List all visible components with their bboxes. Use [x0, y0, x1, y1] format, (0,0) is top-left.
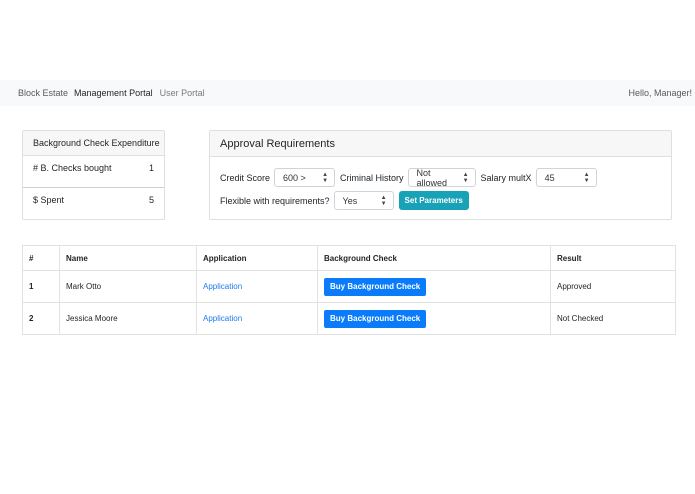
checks-bought-row: # B. Checks bought 1 — [23, 156, 164, 188]
salary-mult-value: 45 — [544, 172, 555, 183]
row-number: 1 — [22, 270, 60, 303]
approval-title: Approval Requirements — [210, 131, 671, 157]
col-number-header: # — [22, 245, 60, 271]
application-link[interactable]: Application — [203, 314, 242, 323]
applicants-table: # Name Application Background Check Resu… — [22, 245, 676, 335]
row-result: Approved — [550, 270, 676, 303]
set-parameters-button[interactable]: Set Parameters — [398, 191, 469, 210]
row-name: Mark Otto — [59, 270, 197, 303]
spent-label: $ Spent — [33, 195, 65, 205]
approval-form-row-2: Flexible with requirements? Yes ▲ ▼ Set P… — [220, 191, 469, 210]
spent-row: $ Spent 5 — [23, 188, 164, 219]
row-check-cell: Buy Background Check — [317, 302, 551, 335]
salary-mult-label: Salary multX — [480, 172, 532, 183]
col-result-header: Result — [550, 245, 676, 271]
row-check-cell: Buy Background Check — [317, 270, 551, 303]
col-name-header: Name — [59, 245, 197, 271]
row-name: Jessica Moore — [59, 302, 197, 335]
credit-score-value: 600 > — [283, 172, 306, 183]
col-background-check-header: Background Check — [317, 245, 551, 271]
select-arrows-icon: ▲ ▼ — [583, 171, 590, 184]
approval-card: Approval Requirements Credit Score 600 >… — [209, 130, 672, 220]
user-greeting: Hello, Manager! — [628, 88, 692, 98]
flexible-value: Yes — [342, 195, 358, 206]
flexible-select[interactable]: Yes ▲ ▼ — [333, 191, 394, 210]
nav-user-portal[interactable]: User Portal — [160, 88, 205, 98]
spent-value: 5 — [148, 195, 154, 205]
expenditure-title: Background Check Expenditure — [23, 131, 164, 156]
application-link[interactable]: Application — [203, 282, 242, 291]
checks-bought-value: 1 — [148, 163, 154, 173]
table-header-row: # Name Application Background Check Resu… — [22, 245, 676, 271]
credit-score-select[interactable]: 600 > ▲ ▼ — [274, 168, 336, 187]
row-result: Not Checked — [550, 302, 676, 335]
table-row: 2 Jessica Moore Application Buy Backgrou… — [22, 302, 676, 335]
buy-background-check-button[interactable]: Buy Background Check — [324, 309, 427, 328]
select-arrows-icon: ▲ ▼ — [462, 171, 469, 184]
col-application-header: Application — [196, 245, 318, 271]
credit-score-label: Credit Score — [220, 172, 271, 183]
criminal-history-select[interactable]: Not allowed ▲ ▼ — [407, 167, 476, 188]
select-arrows-icon: ▲ ▼ — [380, 194, 387, 207]
row-application-cell: Application — [196, 270, 318, 303]
row-number: 2 — [22, 302, 60, 335]
nav-management-portal[interactable]: Management Portal — [74, 88, 153, 98]
buy-background-check-button[interactable]: Buy Background Check — [324, 277, 427, 296]
salary-mult-select[interactable]: 45 ▲ ▼ — [535, 168, 597, 187]
row-application-cell: Application — [196, 302, 318, 335]
criminal-history-label: Criminal History — [340, 172, 404, 183]
expenditure-card: Background Check Expenditure # B. Checks… — [22, 130, 165, 220]
table-row: 1 Mark Otto Application Buy Background C… — [22, 270, 676, 303]
flexible-label: Flexible with requirements? — [220, 195, 330, 206]
select-arrows-icon: ▲ ▼ — [322, 171, 329, 184]
approval-form-row-1: Credit Score 600 > ▲ ▼ Criminal History N… — [220, 167, 602, 188]
checks-bought-label: # B. Checks bought — [33, 163, 112, 173]
brand-link[interactable]: Block Estate — [18, 88, 68, 98]
criminal-history-value: Not allowed — [416, 167, 448, 188]
top-navbar: Block Estate Management Portal User Port… — [0, 80, 695, 106]
